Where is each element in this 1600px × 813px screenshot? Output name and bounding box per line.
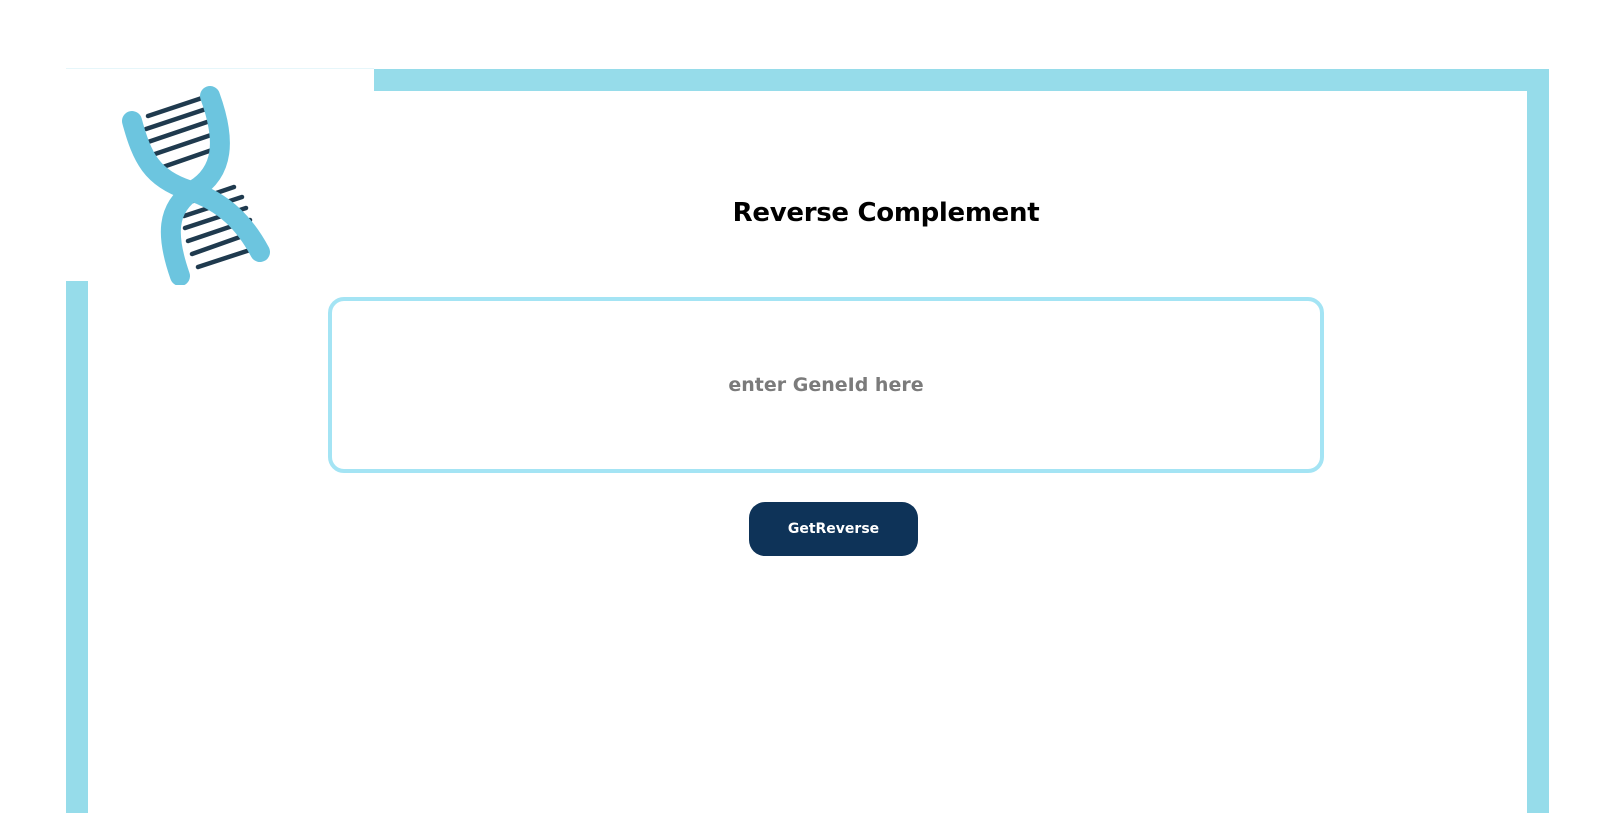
get-reverse-button[interactable]: GetReverse bbox=[749, 502, 918, 556]
frame-right-border bbox=[1527, 69, 1549, 813]
frame-left-border bbox=[66, 281, 88, 813]
page: Reverse Complement GetReverse bbox=[0, 0, 1600, 813]
gene-id-input[interactable] bbox=[328, 297, 1324, 473]
page-title: Reverse Complement bbox=[732, 198, 1040, 228]
frame-top-faint-edge bbox=[66, 68, 374, 69]
dna-icon bbox=[122, 86, 270, 285]
frame-top-border bbox=[374, 69, 1549, 91]
